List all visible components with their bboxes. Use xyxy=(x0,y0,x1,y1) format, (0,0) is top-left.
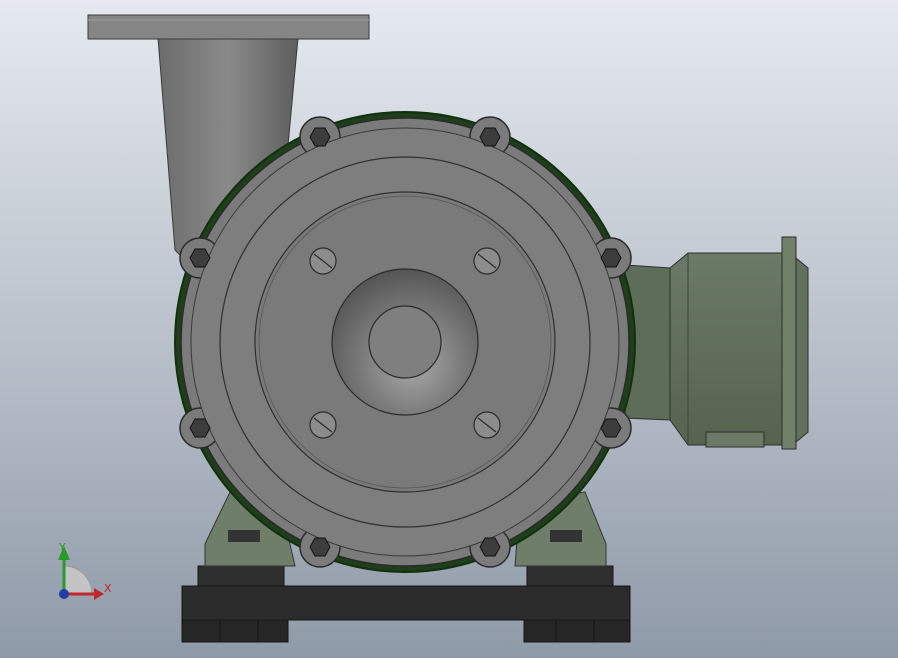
screw-bottom-right xyxy=(473,411,501,439)
discharge-flange[interactable] xyxy=(87,14,370,40)
y-axis-label: Y xyxy=(58,541,66,554)
impeller-hub[interactable] xyxy=(331,268,479,416)
bolt xyxy=(309,127,331,147)
bolt xyxy=(309,537,331,557)
bolt xyxy=(189,418,211,438)
bolt xyxy=(189,248,211,268)
screw-bottom-left xyxy=(309,411,337,439)
x-axis-label: X xyxy=(104,582,112,595)
bolt xyxy=(600,418,622,438)
motor-end-flange[interactable] xyxy=(781,236,797,450)
screw-top-left xyxy=(309,247,337,275)
screw-top-right xyxy=(473,247,501,275)
z-axis-origin xyxy=(59,589,69,599)
bolt xyxy=(479,537,501,557)
cad-scene[interactable]: Y X xyxy=(0,0,898,658)
motor-housing[interactable] xyxy=(624,236,809,450)
bolt xyxy=(600,248,622,268)
bolt xyxy=(479,127,501,147)
shaft-bore xyxy=(368,305,442,379)
graphics-viewport[interactable]: Y X xyxy=(0,0,898,658)
